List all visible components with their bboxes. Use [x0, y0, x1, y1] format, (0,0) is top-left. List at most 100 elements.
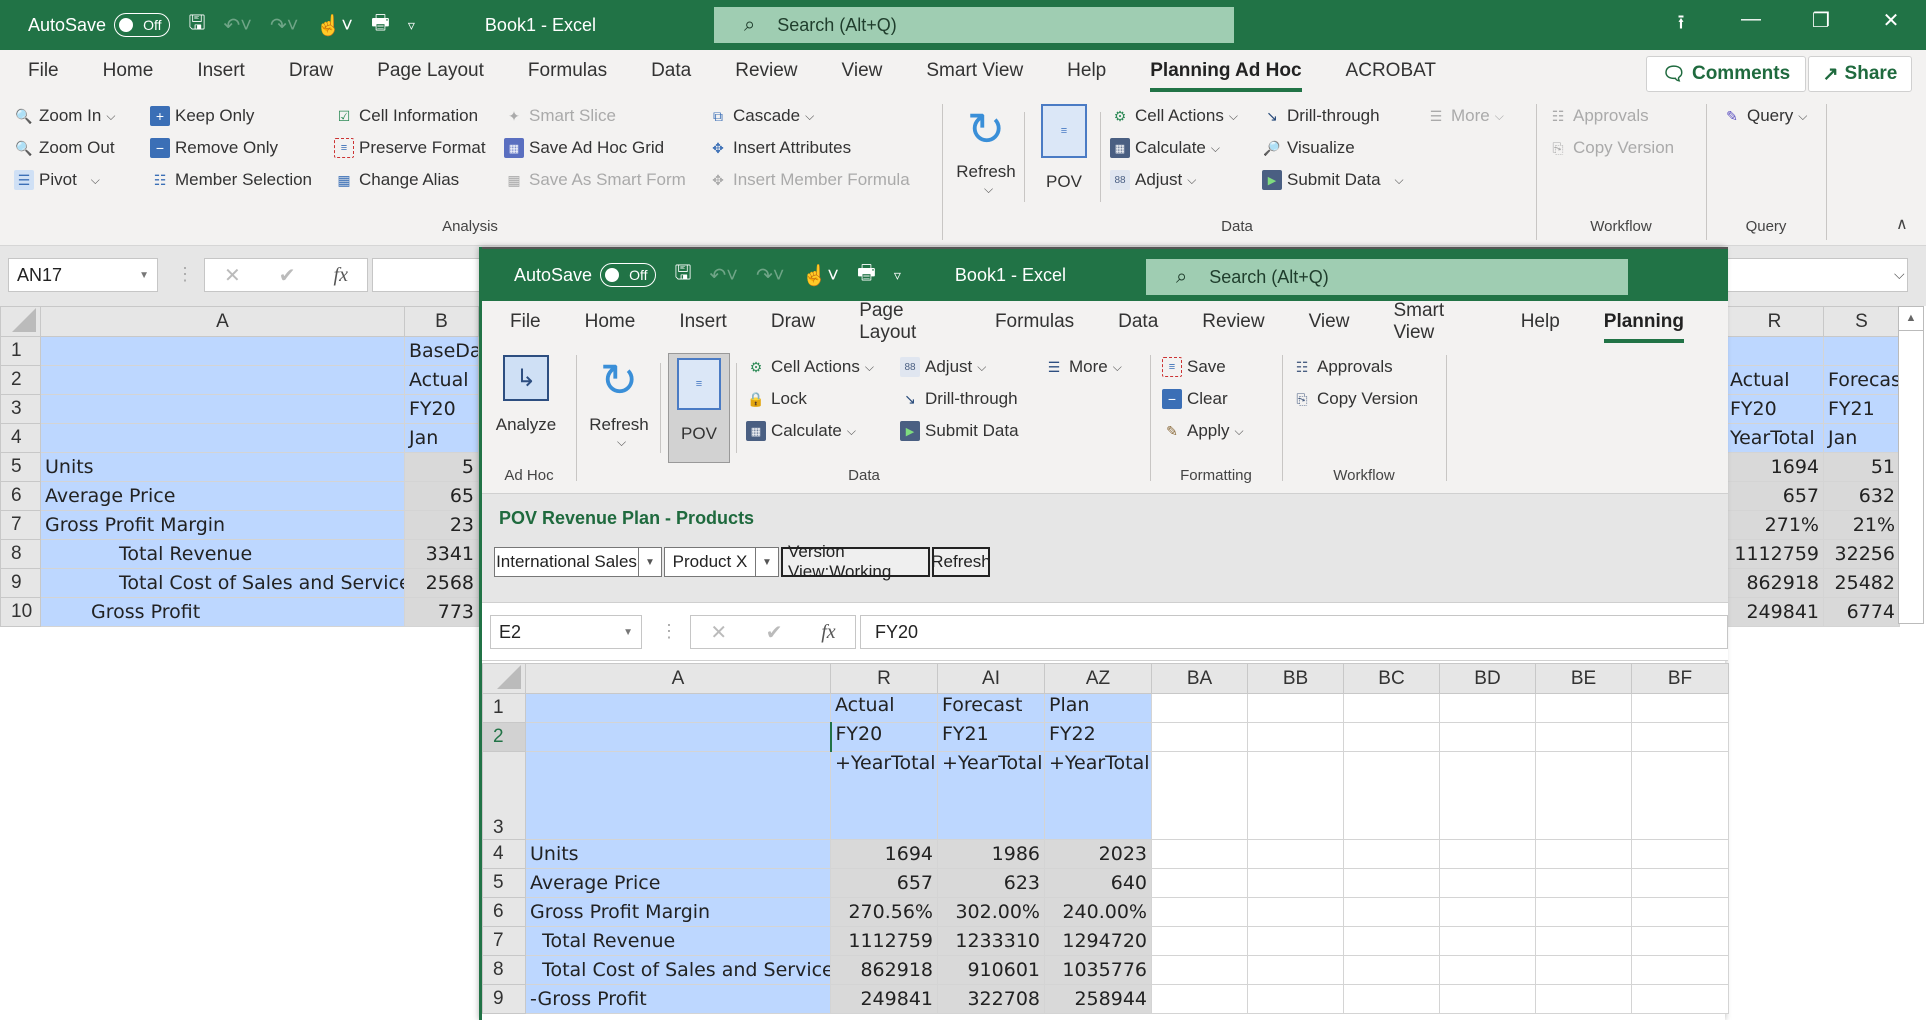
pov-dimension-1-dropdown-icon[interactable]: ▼	[638, 547, 662, 577]
row-header[interactable]: 7	[0, 510, 41, 540]
search-box[interactable]: ⌕ Search (Alt+Q)	[714, 7, 1234, 43]
tab-help[interactable]: Help	[1521, 311, 1560, 343]
visualize-button[interactable]: 🔎 Visualize	[1262, 132, 1404, 164]
cell-empty[interactable]	[1631, 926, 1729, 956]
cell-value[interactable]: 51	[1823, 452, 1900, 482]
cell-value[interactable]: Actual	[830, 693, 938, 723]
calculate-button[interactable]: ▦ Calculate ⌵	[746, 415, 874, 447]
col-header[interactable]: B	[404, 306, 479, 337]
cell-empty[interactable]	[1535, 955, 1632, 985]
cell-empty[interactable]	[1631, 897, 1729, 927]
pov-button[interactable]: ≡ POV	[1034, 104, 1094, 192]
cell-value[interactable]: 322708	[937, 984, 1045, 1014]
cell-value[interactable]: 240.00%	[1044, 897, 1152, 927]
cell-member[interactable]: Total Revenue	[40, 539, 405, 569]
cell-value[interactable]: 271%	[1725, 510, 1824, 540]
cell-value[interactable]: Forecast	[1823, 365, 1900, 395]
cell-empty[interactable]	[1247, 722, 1344, 752]
cell-member[interactable]: -Gross Profit	[525, 984, 831, 1014]
cell-value[interactable]: +YearTotal	[937, 751, 1045, 840]
col-header[interactable]: BD	[1439, 663, 1536, 694]
row-header[interactable]: 10	[0, 597, 41, 627]
cell-value[interactable]: 249841	[830, 984, 938, 1014]
enter-icon[interactable]: ✔	[279, 263, 296, 288]
cell-member[interactable]: Total Revenue	[525, 926, 831, 956]
cell-value[interactable]: FY20	[829, 722, 938, 752]
cell-empty[interactable]	[1151, 868, 1248, 898]
cell-empty[interactable]	[1247, 926, 1344, 956]
cell-empty[interactable]	[1631, 955, 1729, 985]
tab-page-layout[interactable]: Page Layout	[859, 300, 951, 354]
tab-smart-view[interactable]: Smart View	[926, 60, 1023, 92]
cell-member[interactable]: Units	[40, 452, 405, 482]
pov-dimension-2[interactable]: Product X	[664, 547, 756, 577]
cell-value[interactable]: Jan	[404, 423, 479, 453]
ribbon-display-icon[interactable]: ⭱	[1646, 8, 1716, 42]
customize-qat-icon[interactable]: ▿	[894, 267, 901, 284]
cell-empty[interactable]	[1151, 722, 1248, 752]
row-header[interactable]: 8	[0, 539, 41, 569]
adjust-button[interactable]: 88 Adjust ⌵	[1110, 164, 1238, 196]
collapse-ribbon-icon[interactable]: ∧	[1896, 214, 1908, 234]
enter-icon[interactable]: ✔	[766, 620, 783, 645]
cell-member[interactable]: Total Cost of Sales and Service	[40, 568, 405, 598]
fx-icon[interactable]: fx	[821, 621, 835, 644]
col-header[interactable]: R	[830, 663, 938, 694]
cell-empty[interactable]	[1247, 984, 1344, 1014]
cell-member[interactable]: Total Cost of Sales and Service	[525, 955, 831, 985]
tab-insert[interactable]: Insert	[197, 60, 245, 92]
cell-actions-button[interactable]: ⚙ Cell Actions ⌵	[1110, 100, 1238, 132]
zoom-out-button[interactable]: 🔍 Zoom Out	[14, 132, 115, 164]
cell-empty[interactable]	[1247, 839, 1344, 869]
adjust-button[interactable]: 88 Adjust ⌵	[900, 351, 1019, 383]
row-header[interactable]: 8	[482, 955, 526, 985]
cell-empty[interactable]	[1343, 722, 1440, 752]
cell-empty[interactable]	[1247, 868, 1344, 898]
fx-icon[interactable]: fx	[334, 264, 348, 287]
row-header[interactable]: 4	[482, 839, 526, 869]
cell-empty[interactable]	[1343, 839, 1440, 869]
cell-value[interactable]	[1725, 336, 1824, 366]
cell-empty[interactable]	[1247, 897, 1344, 927]
cancel-icon[interactable]: ✕	[710, 620, 727, 645]
cell-empty[interactable]	[1535, 839, 1632, 869]
expand-formula-icon[interactable]: ⌵	[1894, 266, 1905, 283]
cell-empty[interactable]	[1439, 984, 1536, 1014]
cell-empty[interactable]	[1151, 693, 1248, 723]
lock-button[interactable]: 🔒 Lock	[746, 383, 874, 415]
cell-value[interactable]: FY20	[404, 394, 479, 424]
more-button[interactable]: ☰ More ⌵	[1426, 100, 1504, 132]
cell-value[interactable]: 862918	[1725, 568, 1824, 598]
cell-empty[interactable]	[1439, 693, 1536, 723]
change-alias-button[interactable]: ▦ Change Alias	[334, 164, 486, 196]
tab-insert[interactable]: Insert	[679, 311, 727, 343]
cell-value[interactable]: FY22	[1044, 722, 1152, 752]
row-header[interactable]: 2	[0, 365, 41, 395]
cell-empty[interactable]	[1343, 984, 1440, 1014]
refresh-button[interactable]: ↻ Refresh ⌵	[584, 354, 654, 450]
cell-member[interactable]	[525, 751, 831, 840]
approvals-button[interactable]: ☷ Approvals	[1292, 351, 1418, 383]
pov-button[interactable]: ≡ POV	[668, 353, 730, 463]
select-all-corner[interactable]	[0, 306, 41, 337]
cell-empty[interactable]	[1631, 984, 1729, 1014]
cell-value[interactable]: Forecast	[937, 693, 1045, 723]
row-header[interactable]: 1	[0, 336, 41, 366]
close-icon[interactable]: ✕	[1856, 8, 1926, 42]
tab-formulas[interactable]: Formulas	[528, 60, 607, 92]
row-header[interactable]: 7	[482, 926, 526, 956]
cell-empty[interactable]	[1439, 868, 1536, 898]
cell-empty[interactable]	[1151, 955, 1248, 985]
cell-value[interactable]: 1112759	[1725, 539, 1824, 569]
save-as-smart-form-button[interactable]: ▦ Save As Smart Form	[504, 164, 685, 196]
col-header[interactable]: BE	[1535, 663, 1632, 694]
autosave-toggle[interactable]: Off	[114, 13, 171, 37]
touch-mode-icon[interactable]: ☝˅	[316, 13, 353, 38]
cell-member[interactable]: Gross Profit Margin	[525, 897, 831, 927]
tab-acrobat[interactable]: ACROBAT	[1346, 60, 1436, 92]
minimize-icon[interactable]: —	[1716, 8, 1786, 42]
submit-data-button[interactable]: ▶ Submit Data ⌵	[1262, 164, 1404, 196]
cell-empty[interactable]	[1247, 751, 1344, 840]
drill-through-button[interactable]: ↘ Drill-through	[1262, 100, 1404, 132]
cell-value[interactable]: 6774	[1823, 597, 1900, 627]
